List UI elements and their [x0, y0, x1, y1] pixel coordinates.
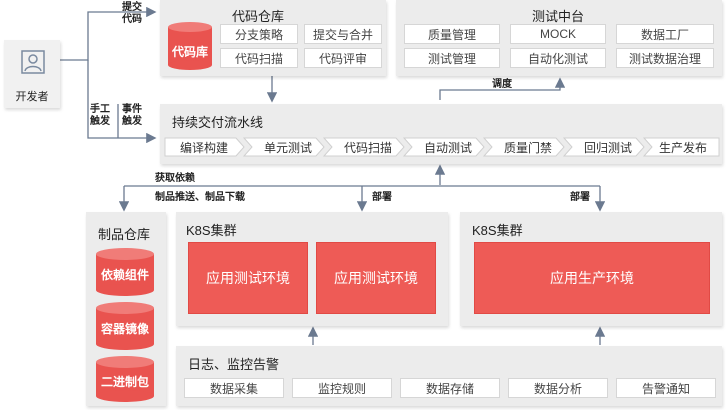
- code-repo-item[interactable]: 分支策略: [220, 24, 298, 44]
- code-repo-panel: 代码仓库 代码库 分支策略 提交与合并 代码扫描 代码评审: [160, 0, 386, 76]
- monitoring-title: 日志、监控告警: [188, 357, 280, 372]
- pipeline-stage[interactable]: 单元测试: [250, 137, 326, 157]
- code-repo-item[interactable]: 代码扫描: [220, 48, 298, 68]
- test-center-item[interactable]: MOCK: [510, 24, 606, 44]
- monitoring-item[interactable]: 数据存储: [400, 378, 500, 398]
- schedule-label: 调度: [492, 79, 512, 90]
- fetch-deps-label: 获取依赖: [155, 173, 195, 184]
- code-repo-item[interactable]: 代码评审: [304, 48, 382, 68]
- test-center-item[interactable]: 数据工厂: [616, 24, 714, 44]
- test-env-box[interactable]: 应用测试环境: [316, 242, 436, 314]
- code-repo-item[interactable]: 提交与合并: [304, 24, 382, 44]
- code-db-icon: 代码库: [168, 22, 212, 70]
- push-download-label: 制品推送、制品下载: [155, 192, 245, 203]
- test-center-item[interactable]: 质量管理: [404, 24, 500, 44]
- manual-trigger-label: 手工 触发: [90, 104, 110, 127]
- deploy-prod-label: 部署: [570, 192, 590, 203]
- artifact-repo-title: 制品仓库: [98, 227, 151, 242]
- pipeline-stage[interactable]: 自动测试: [410, 137, 486, 157]
- monitoring-panel: 日志、监控告警 数据采集 监控规则 数据存储 数据分析 告警通知: [176, 346, 722, 406]
- code-repo-title: 代码仓库: [232, 9, 285, 24]
- database-icon: 容器镜像: [96, 302, 154, 350]
- pipeline-stage[interactable]: 编译构建: [166, 137, 242, 157]
- artifact-repo-panel: 制品仓库 依赖组件 容器镜像 二进制包: [86, 212, 166, 406]
- monitoring-item[interactable]: 告警通知: [616, 378, 716, 398]
- test-center-title: 测试中台: [532, 9, 585, 24]
- commit-code-label: 提交 代码: [122, 2, 142, 25]
- monitoring-item[interactable]: 数据分析: [508, 378, 608, 398]
- test-center-item[interactable]: 测试数据治理: [616, 48, 714, 68]
- database-icon: 二进制包: [96, 356, 154, 402]
- monitoring-item[interactable]: 监控规则: [292, 378, 392, 398]
- test-center-panel: 测试中台 质量管理 MOCK 数据工厂 测试管理 自动化测试 测试数据治理: [396, 0, 722, 76]
- pipeline-stage[interactable]: 生产发布: [648, 137, 718, 157]
- pipeline-stage[interactable]: 代码扫描: [330, 137, 406, 157]
- k8s-test-title: K8S集群: [186, 223, 237, 238]
- pipeline-stage[interactable]: 质量门禁: [490, 137, 566, 157]
- deploy-test-label: 部署: [372, 192, 392, 203]
- test-env-box[interactable]: 应用测试环境: [188, 242, 308, 314]
- developer-label: 开发者: [15, 91, 49, 103]
- monitoring-item[interactable]: 数据采集: [184, 378, 284, 398]
- artifact-item: 容器镜像: [100, 322, 149, 336]
- code-db-label: 代码库: [171, 45, 208, 59]
- prod-env-box[interactable]: 应用生产环境: [474, 242, 710, 314]
- database-icon: 依赖组件: [96, 248, 154, 296]
- pipeline-title: 持续交付流水线: [172, 115, 264, 130]
- pipeline-stage[interactable]: 回归测试: [570, 137, 646, 157]
- developer-node: 开发者: [4, 40, 60, 108]
- user-icon: [21, 50, 45, 74]
- test-center-item[interactable]: 测试管理: [404, 48, 500, 68]
- k8s-prod-panel: K8S集群 应用生产环境: [460, 212, 722, 326]
- k8s-prod-title: K8S集群: [472, 223, 523, 238]
- event-trigger-label: 事件 触发: [122, 104, 142, 127]
- artifact-item: 依赖组件: [100, 268, 149, 282]
- k8s-test-panel: K8S集群 应用测试环境 应用测试环境: [176, 212, 448, 326]
- test-center-item[interactable]: 自动化测试: [510, 48, 606, 68]
- artifact-item: 二进制包: [100, 375, 149, 389]
